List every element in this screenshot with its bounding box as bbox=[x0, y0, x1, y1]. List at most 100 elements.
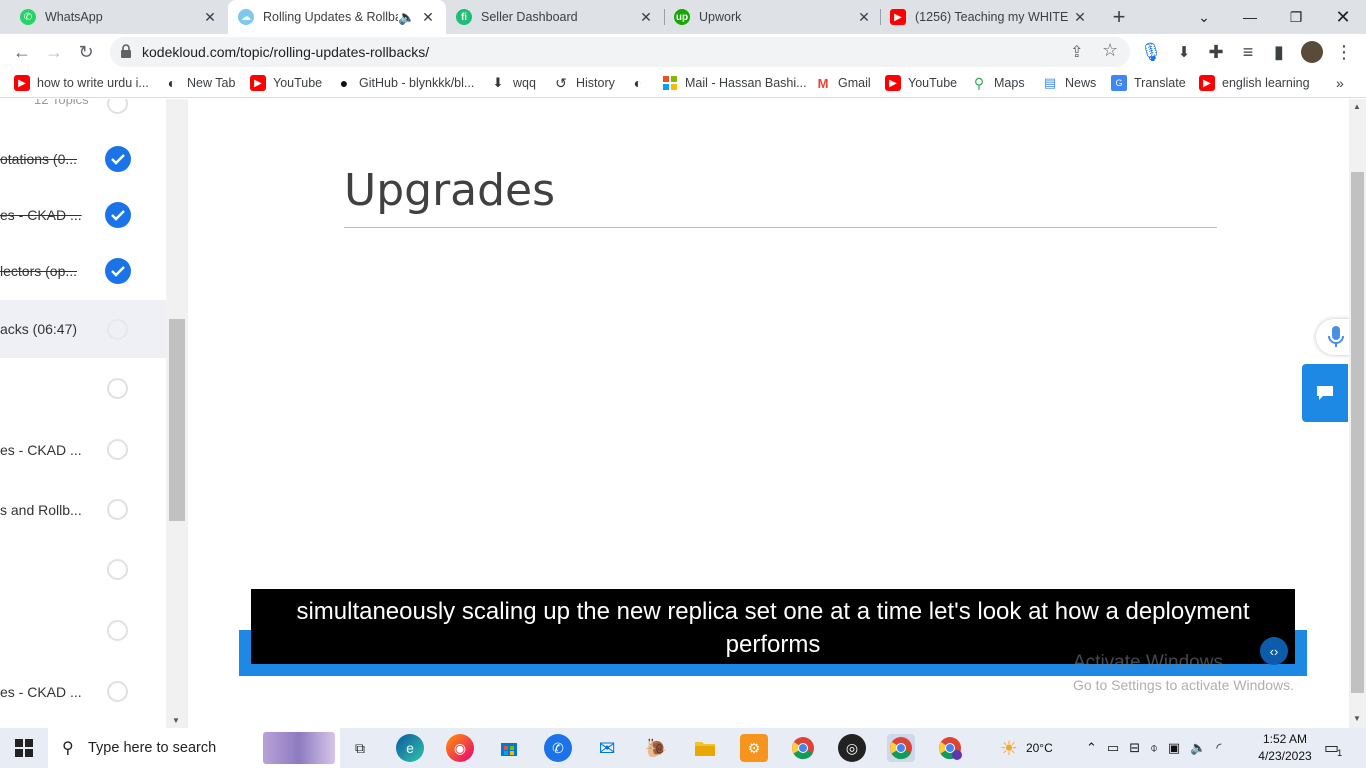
notification-count: 1 bbox=[1337, 748, 1343, 758]
windows-taskbar: ⚲ Type here to search ⧉ e ◉ ✆ ✉ 🐌 ⚙ ◎ ☀ … bbox=[0, 728, 1366, 768]
lesson-item[interactable] bbox=[0, 606, 166, 656]
restore-button[interactable]: ❐ bbox=[1273, 0, 1319, 34]
back-button[interactable]: ← bbox=[8, 38, 36, 66]
task-view-icon[interactable]: ⧉ bbox=[346, 734, 374, 762]
tab-search-button[interactable]: ⌄ bbox=[1181, 0, 1227, 34]
close-window-button[interactable]: ✕ bbox=[1320, 0, 1366, 34]
start-button[interactable] bbox=[0, 728, 48, 768]
volume-icon[interactable]: 🔈 bbox=[1190, 740, 1206, 756]
lesson-item[interactable] bbox=[0, 545, 166, 595]
lesson-item-current[interactable]: acks (06:47) bbox=[0, 300, 166, 358]
system-clock[interactable]: 1:52 AM 4/23/2023 bbox=[1254, 731, 1316, 765]
address-bar[interactable]: kodekloud.com/topic/rolling-updates-roll… bbox=[110, 37, 1130, 67]
bookmark-item[interactable]: G Translate bbox=[1111, 75, 1186, 91]
lesson-item[interactable]: es - CKAD ... bbox=[0, 425, 166, 475]
status-circle bbox=[107, 378, 128, 399]
bookmark-item[interactable]: ↺ History bbox=[553, 75, 615, 91]
weather-widget[interactable]: ☀ 20°C bbox=[1000, 728, 1053, 768]
maps-icon: ⚲ bbox=[973, 74, 985, 91]
media-control-icon[interactable]: ≡ bbox=[1234, 38, 1262, 66]
camera-app-icon[interactable]: ◎ bbox=[838, 734, 866, 762]
bookmark-label: YouTube bbox=[908, 76, 958, 90]
bookmark-item[interactable]: M Gmail bbox=[815, 75, 871, 91]
status-circle bbox=[107, 499, 128, 520]
bookmark-item[interactable]: ◐ New Tab bbox=[164, 75, 236, 91]
scroll-down-arrow-icon[interactable]: ▼ bbox=[1353, 714, 1361, 723]
download-extension-icon[interactable]: ⬇ bbox=[1170, 38, 1198, 66]
bookmark-item[interactable]: ▶ YouTube bbox=[250, 75, 322, 91]
microphone-extension-icon[interactable]: 🎙 bbox=[1137, 38, 1165, 66]
star-icon[interactable]: ☆ bbox=[1102, 40, 1118, 61]
bookmark-label: New Tab bbox=[187, 76, 236, 90]
usb-icon[interactable]: ⌽ bbox=[1150, 740, 1158, 756]
new-tab-button[interactable]: + bbox=[1105, 3, 1133, 31]
firefox-icon[interactable]: ◉ bbox=[446, 734, 474, 762]
scroll-up-arrow-icon[interactable]: ▲ bbox=[1353, 102, 1361, 111]
tab-title: Rolling Updates & Rollba bbox=[263, 10, 398, 24]
lesson-item[interactable]: es - CKAD ... bbox=[0, 190, 166, 240]
chrome-profile-h-icon[interactable] bbox=[936, 734, 964, 762]
chrome-icon[interactable] bbox=[789, 734, 817, 762]
bookmark-label: Translate bbox=[1134, 76, 1186, 90]
reload-button[interactable]: ↻ bbox=[72, 38, 100, 66]
tab-rolling-updates[interactable]: ☁ Rolling Updates & Rollba 🔈 ✕ bbox=[228, 0, 446, 34]
page-scroll-thumb[interactable] bbox=[1351, 172, 1364, 693]
tab-upwork[interactable]: up Upwork ✕ bbox=[664, 0, 882, 34]
more-bookmarks-icon[interactable]: » bbox=[1336, 75, 1344, 91]
close-icon[interactable]: ✕ bbox=[856, 9, 872, 26]
lesson-item[interactable]: otations (0... bbox=[0, 134, 166, 184]
activate-windows-title: Activate Windows bbox=[1073, 652, 1223, 673]
sidebar-scroll-thumb[interactable] bbox=[169, 319, 185, 521]
chevron-up-icon[interactable]: ⌃ bbox=[1086, 740, 1097, 756]
lesson-item[interactable]: lectors (op... bbox=[0, 246, 166, 296]
lesson-item[interactable] bbox=[0, 364, 166, 414]
profile-avatar[interactable] bbox=[1298, 38, 1326, 66]
notification-center[interactable]: ▭ 1 bbox=[1324, 728, 1342, 768]
store-icon[interactable] bbox=[495, 734, 523, 762]
status-circle bbox=[107, 559, 128, 580]
battery-icon[interactable]: ▭ bbox=[1107, 740, 1119, 756]
tab-youtube[interactable]: ▶ (1256) Teaching my WHITE fr ✕ bbox=[880, 0, 1098, 34]
close-icon[interactable]: ✕ bbox=[638, 9, 654, 26]
close-icon[interactable]: ✕ bbox=[420, 9, 436, 26]
tab-seller-dashboard[interactable]: fi Seller Dashboard ✕ bbox=[446, 0, 664, 34]
scroll-down-arrow-icon[interactable]: ▼ bbox=[172, 716, 180, 725]
wifi-icon[interactable]: ◜ bbox=[1216, 740, 1221, 756]
settings-app-icon[interactable]: ⚙ bbox=[740, 734, 768, 762]
bookmark-item[interactable]: Mail - Hassan Bashi... bbox=[662, 75, 807, 91]
minimize-button[interactable]: — bbox=[1227, 0, 1273, 34]
side-panel-icon[interactable]: ▮ bbox=[1265, 38, 1293, 66]
lesson-item[interactable]: es - CKAD ... bbox=[0, 667, 166, 717]
display-icon[interactable]: ▣ bbox=[1168, 740, 1180, 756]
chat-button[interactable] bbox=[1302, 364, 1348, 422]
file-explorer-icon[interactable] bbox=[691, 734, 719, 762]
mail-icon[interactable]: ✉ bbox=[593, 734, 621, 762]
bookmark-item[interactable]: ● GitHub - blynkkk/bl... bbox=[336, 75, 475, 91]
menu-icon[interactable]: ⋮ bbox=[1330, 38, 1358, 66]
lesson-item[interactable]: s and Rollb... bbox=[0, 485, 166, 535]
bookmark-label: how to write urdu i... bbox=[37, 76, 149, 90]
puzzle-icon[interactable]: ✚ bbox=[1202, 38, 1230, 66]
code-icon[interactable]: ‹› bbox=[1260, 637, 1288, 665]
snail-app-icon[interactable]: 🐌 bbox=[642, 734, 670, 762]
bookmark-item[interactable]: ◐ bbox=[630, 75, 653, 91]
bookmark-item[interactable]: ▶ how to write urdu i... bbox=[14, 75, 149, 91]
taskbar-search[interactable]: ⚲ Type here to search bbox=[48, 728, 340, 768]
chrome-profile-icon[interactable] bbox=[887, 734, 915, 762]
forward-button[interactable]: → bbox=[40, 38, 68, 66]
bookmark-item[interactable]: ▶ english learning bbox=[1199, 75, 1310, 91]
speaker-icon[interactable]: 🔈 bbox=[398, 9, 415, 26]
bookmark-item[interactable]: ⚲ Maps bbox=[971, 75, 1025, 91]
bookmark-item[interactable]: ▤ News bbox=[1042, 75, 1096, 91]
close-icon[interactable]: ✕ bbox=[202, 9, 218, 26]
status-circle bbox=[107, 620, 128, 641]
network-device-icon[interactable]: ⊟ bbox=[1129, 740, 1140, 756]
bookmark-item[interactable]: ▶ YouTube bbox=[885, 75, 957, 91]
bookmark-item[interactable]: ⬇ wqq bbox=[490, 75, 536, 91]
share-icon[interactable]: ⇪ bbox=[1070, 42, 1083, 62]
bookmark-label: english learning bbox=[1222, 76, 1310, 90]
phone-app-icon[interactable]: ✆ bbox=[544, 734, 572, 762]
close-icon[interactable]: ✕ bbox=[1072, 9, 1088, 26]
tab-whatsapp[interactable]: ✆ WhatsApp ✕ bbox=[10, 0, 228, 34]
edge-icon[interactable]: e bbox=[396, 734, 424, 762]
